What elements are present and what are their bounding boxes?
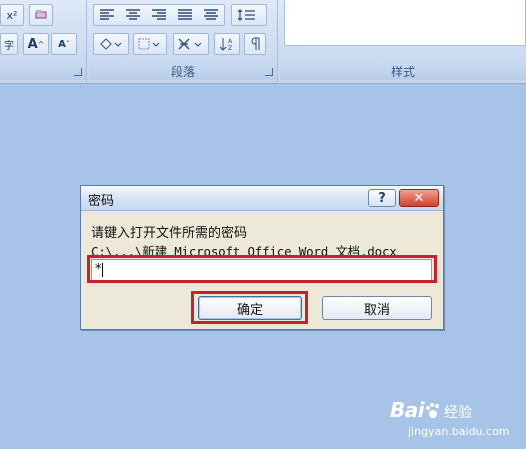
watermark-suffix: 经验 (444, 405, 473, 421)
shrink-font-button[interactable]: Aˇ (51, 33, 77, 55)
align-center-icon[interactable] (126, 9, 140, 21)
shading-button[interactable] (93, 33, 129, 55)
align-left-icon[interactable] (100, 9, 114, 21)
chinese-layout-icon (178, 38, 202, 50)
borders-button[interactable] (133, 33, 167, 55)
font-dialog-launcher-icon[interactable] (74, 68, 82, 76)
close-button[interactable]: ✕ (399, 189, 439, 207)
font-group: x² 字 A ^ Aˇ (0, 0, 87, 82)
line-spacing-button[interactable] (231, 4, 267, 26)
distributed-icon[interactable] (204, 9, 218, 21)
ribbon: x² 字 A ^ Aˇ AZ 段落 样式 (0, 0, 526, 84)
superscript-button[interactable]: x² (0, 4, 24, 26)
styles-group-label: 样式 (280, 64, 526, 80)
alignment-buttons (93, 4, 225, 26)
grow-font-button[interactable]: A ^ (23, 33, 49, 55)
paragraph-group: AZ 段落 (89, 0, 278, 82)
grow-font-label: A (27, 36, 38, 52)
svg-text:Z: Z (228, 45, 232, 51)
show-marks-button[interactable] (244, 33, 266, 55)
superscript-label: x² (6, 8, 18, 22)
line-spacing-icon (237, 9, 255, 21)
chinese-layout-button[interactable] (173, 33, 209, 55)
cancel-button[interactable]: 取消 (322, 296, 432, 320)
paragraph-dialog-launcher-icon[interactable] (265, 68, 273, 76)
paragraph-mark-icon (251, 37, 260, 50)
input-highlight-box (87, 255, 437, 283)
ok-highlight-box (191, 291, 308, 324)
paragraph-group-label: 段落 (89, 64, 277, 80)
password-dialog: 密码 ? ✕ 请键入打开文件所需的密码 C:\...\新建 Microsoft … (80, 185, 444, 330)
baidu-watermark: Bai 经验 (390, 398, 472, 422)
styles-gallery[interactable] (284, 0, 526, 46)
cancel-label: 取消 (363, 302, 390, 318)
help-icon: ? (378, 190, 386, 206)
clear-format-button[interactable] (29, 4, 53, 26)
svg-text:A: A (228, 38, 233, 45)
paint-bucket-icon (100, 38, 122, 50)
dialog-titlebar[interactable]: 密码 ? ✕ (81, 186, 443, 211)
phonetic-guide-button[interactable]: 字 (0, 33, 18, 55)
watermark-url: jingyan.baidu.com (408, 425, 510, 438)
align-right-icon[interactable] (152, 9, 166, 21)
justify-icon[interactable] (178, 9, 192, 21)
border-icon (138, 38, 160, 50)
eraser-icon (35, 10, 47, 19)
sort-icon: AZ (219, 38, 233, 51)
sort-button[interactable]: AZ (214, 33, 240, 55)
shrink-font-label: A (58, 38, 66, 50)
help-button[interactable]: ? (368, 189, 396, 207)
close-icon: ✕ (413, 190, 425, 206)
paw-icon (426, 403, 440, 418)
phonetic-label: 字 (4, 40, 14, 52)
dialog-title: 密码 (88, 194, 115, 209)
password-prompt: 请键入打开文件所需的密码 (91, 226, 248, 241)
watermark-brand: Bai (390, 398, 425, 422)
